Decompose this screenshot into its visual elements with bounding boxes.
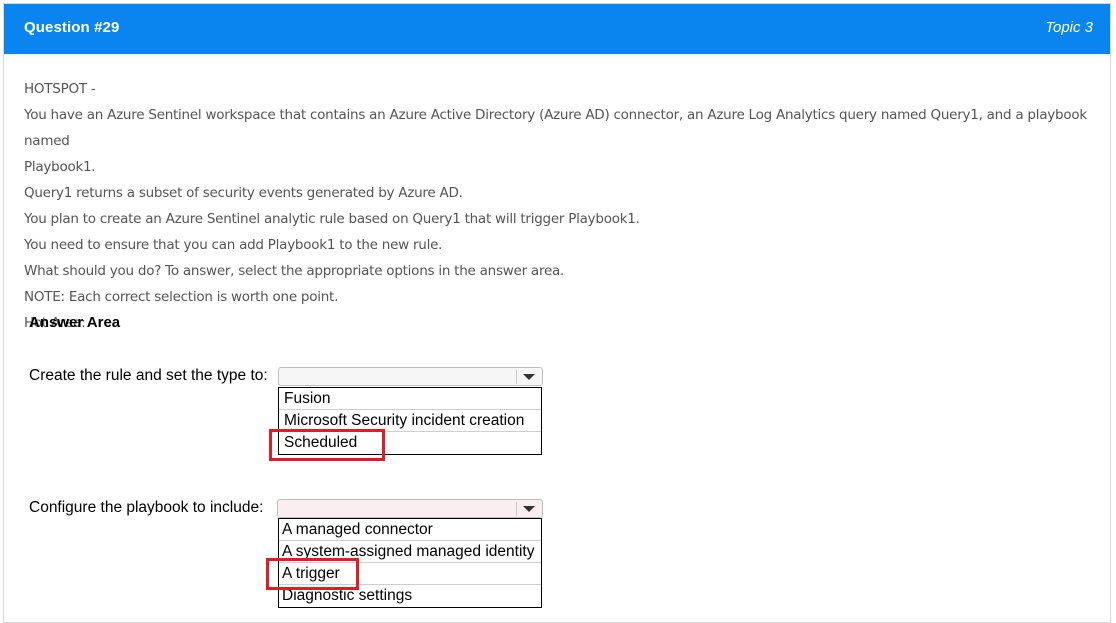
question-line: You have an Azure Sentinel workspace tha… [24, 107, 1087, 149]
option-fusion[interactable]: Fusion [279, 388, 541, 410]
option-managed-connector[interactable]: A managed connector [279, 519, 541, 541]
question-header: Question #29 Topic 3 [4, 4, 1110, 54]
dropdown-arrow-icon [523, 506, 535, 512]
topic-label: Topic 3 [1045, 19, 1093, 36]
question-line: Playbook1. [24, 159, 96, 175]
selected-answer-highlight [269, 429, 385, 461]
question-number: Question #29 [24, 19, 120, 36]
question-line: Hot Area: [24, 315, 86, 331]
rule-type-select[interactable] [278, 367, 543, 386]
question-line: What should you do? To answer, select th… [24, 263, 565, 279]
selected-answer-highlight [266, 558, 359, 590]
question-card: Question #29 Topic 3 HOTSPOT - You have … [3, 3, 1111, 623]
rule-type-label: Create the rule and set the type to: [29, 367, 268, 384]
question-line: You need to ensure that you can add Play… [24, 237, 443, 253]
question-line: You plan to create an Azure Sentinel ana… [24, 211, 640, 227]
playbook-config-label: Configure the playbook to include: [29, 499, 264, 516]
question-line: HOTSPOT - [24, 81, 96, 97]
question-text: HOTSPOT - You have an Azure Sentinel wor… [24, 76, 1099, 336]
question-line: NOTE: Each correct selection is worth on… [24, 289, 339, 305]
answer-area-title: Answer Area [29, 314, 121, 331]
question-line: Query1 returns a subset of security even… [24, 185, 463, 201]
dropdown-arrow-icon [523, 374, 535, 380]
playbook-config-select[interactable] [277, 499, 543, 518]
